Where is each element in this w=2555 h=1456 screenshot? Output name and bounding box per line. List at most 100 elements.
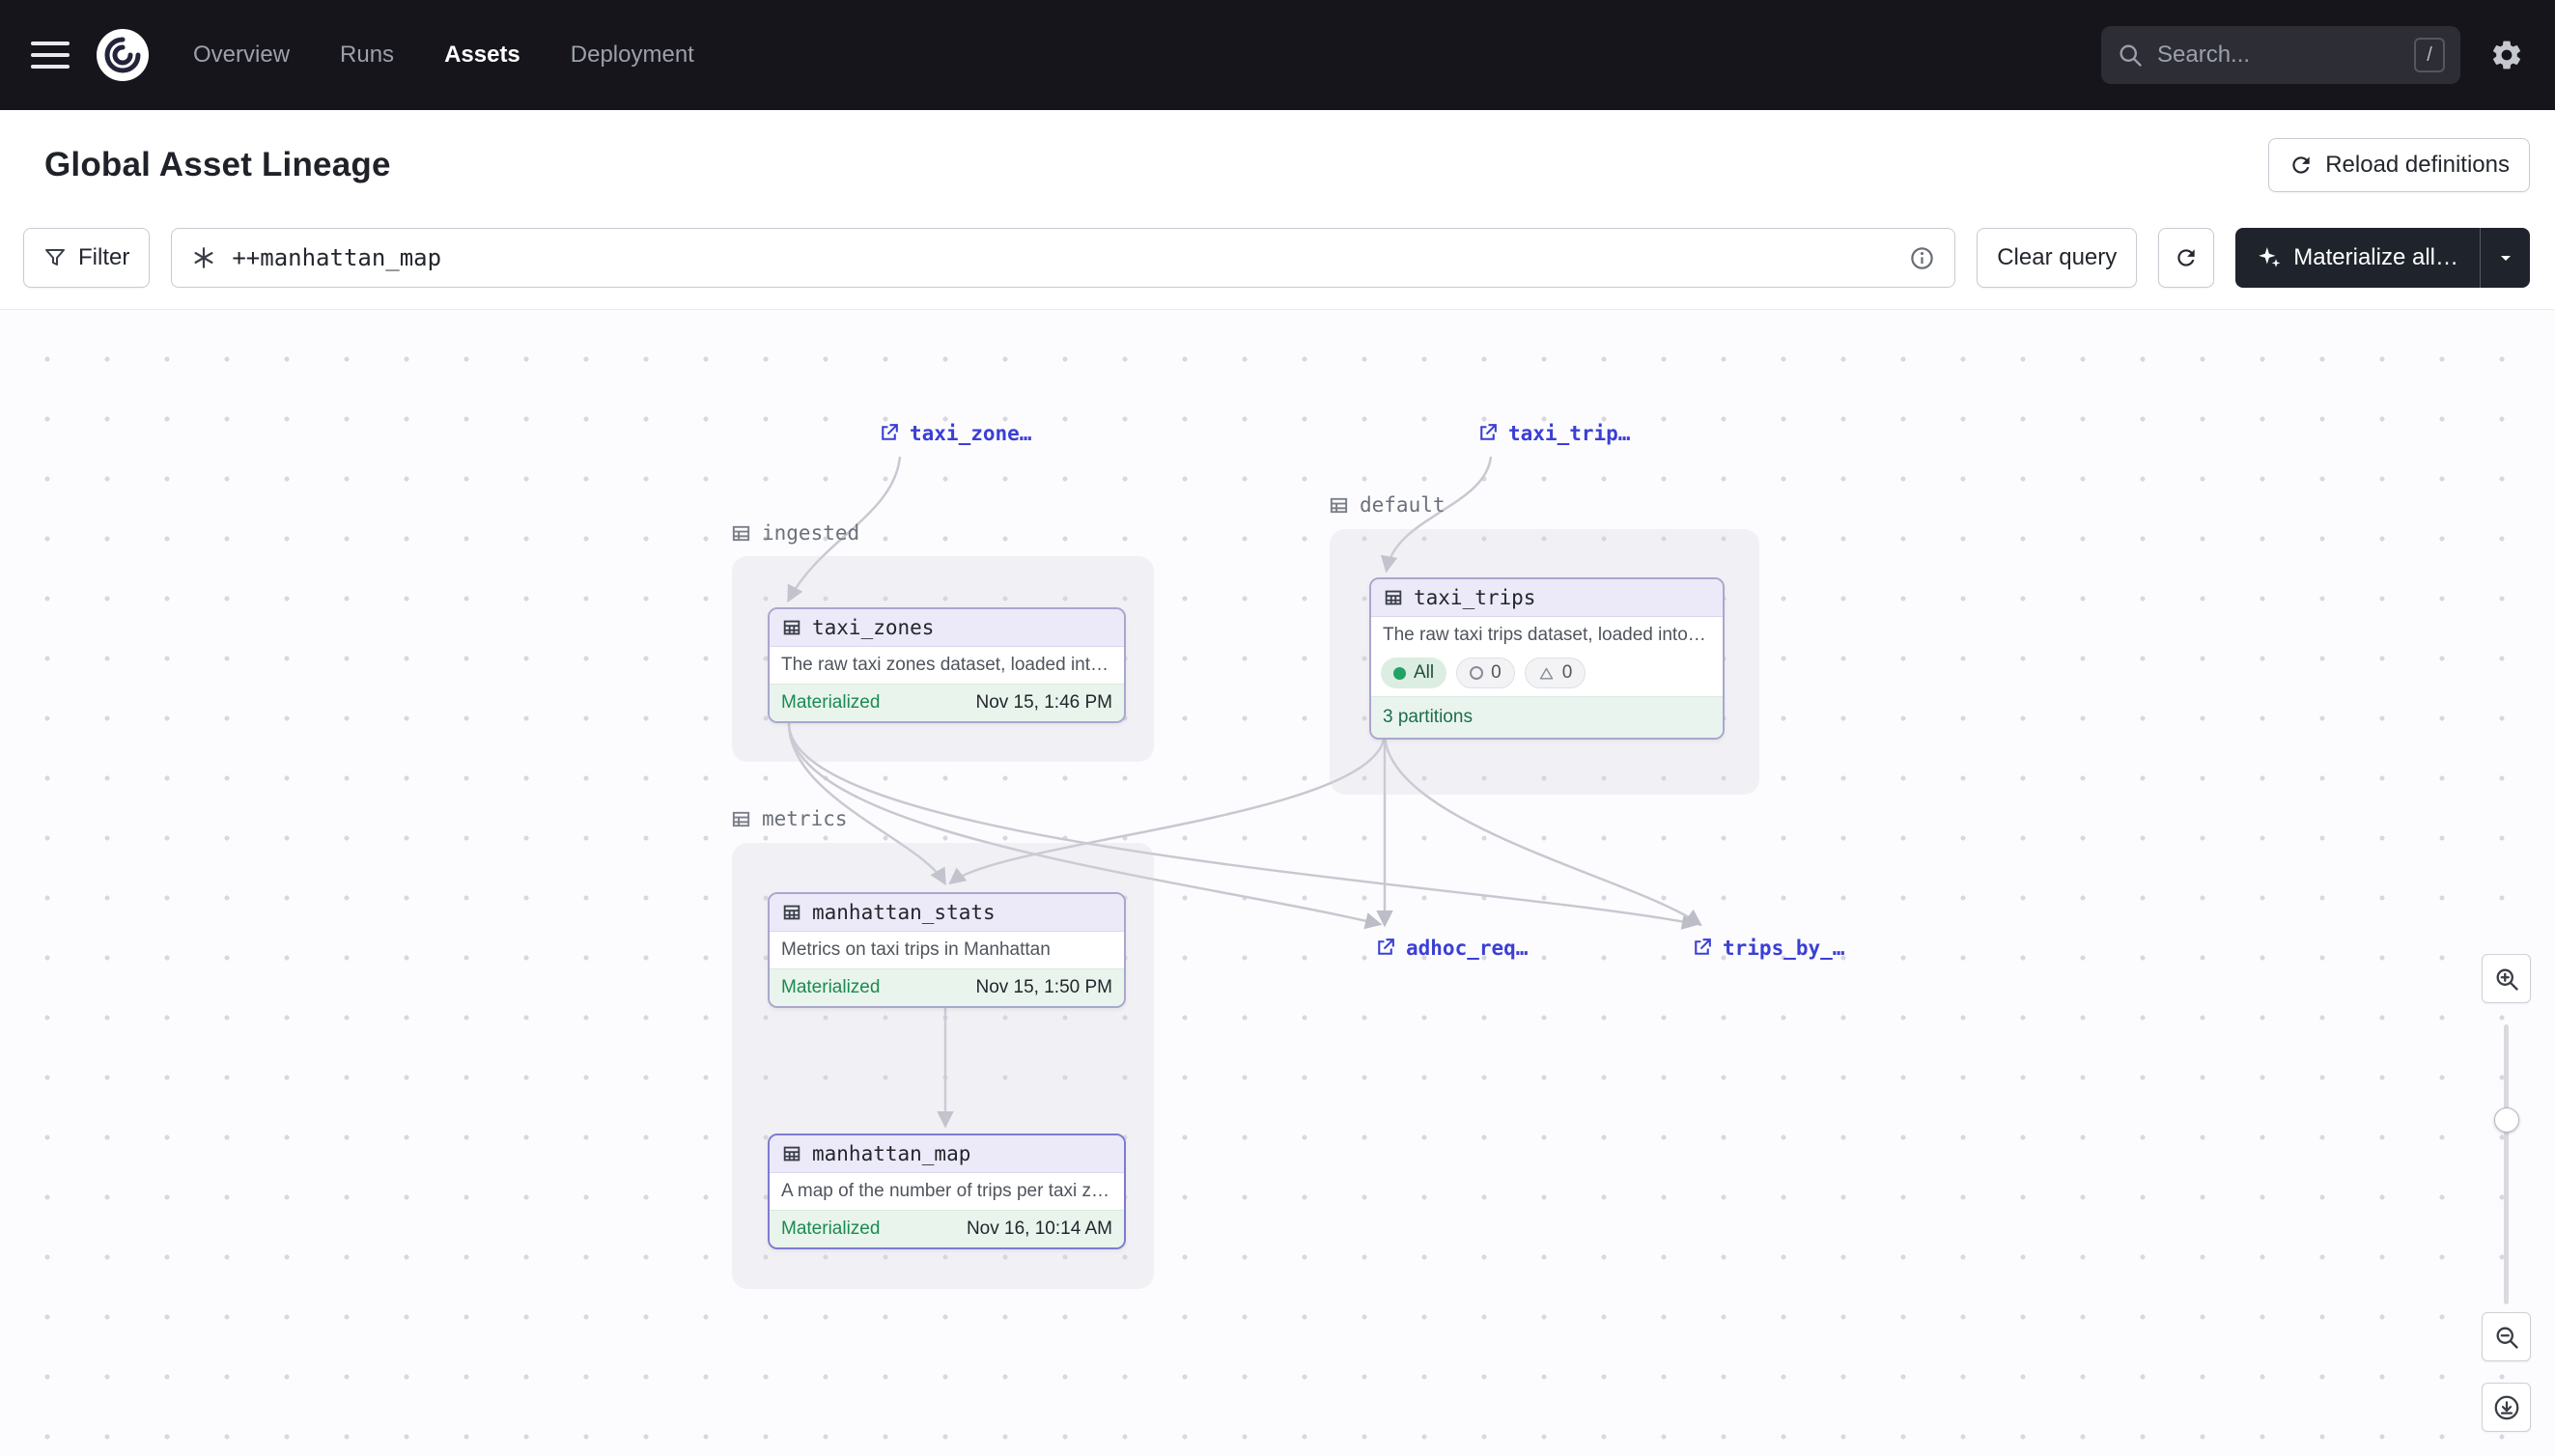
search-input[interactable]: Search... / [2101,26,2460,84]
materialize-all-button[interactable]: Materialize all… [2235,228,2480,288]
clear-query-label: Clear query [1997,244,2117,271]
asset-footer: Materialized Nov 16, 10:14 AM [770,1210,1124,1247]
materialize-options-button[interactable] [2480,228,2530,288]
page-header: Global Asset Lineage Reload definitions [0,110,2555,220]
top-navbar: Overview Runs Assets Deployment Search..… [0,0,2555,110]
settings-button[interactable] [2489,38,2524,72]
asset-node-manhattan-map[interactable]: manhattan_map A map of the number of tri… [768,1134,1126,1249]
badge-label: All [1414,662,1434,684]
recenter-button[interactable] [2482,1383,2531,1432]
search-icon [2117,42,2144,69]
zoom-out-icon [2493,1324,2520,1351]
group-label-default[interactable]: default [1328,493,1446,517]
group-name: metrics [762,807,848,830]
asset-link-label: taxi_trip… [1508,422,1630,445]
reload-definitions-label: Reload definitions [2325,152,2510,179]
materialization-timestamp: Nov 15, 1:46 PM [975,692,1112,714]
materialize-all-label: Materialize all… [2293,244,2458,271]
triangle-icon [1538,665,1555,682]
lineage-toolbar: Filter ++manhattan_map Clear query [0,220,2555,309]
zoom-slider-handle[interactable] [2494,1107,2519,1133]
asset-link-adhoc-request[interactable]: adhoc_req… [1373,936,1528,960]
circle-outline-icon [1470,666,1483,680]
asset-link-trips-by[interactable]: trips_by_… [1690,936,1844,960]
filter-button[interactable]: Filter [23,228,150,288]
search-placeholder: Search... [2157,42,2250,69]
success-dot-icon [1393,667,1406,680]
materialize-split-button: Materialize all… [2235,228,2530,288]
table-icon [781,902,802,923]
asset-selection-input[interactable]: ++manhattan_map [171,228,1955,288]
main-nav: Overview Runs Assets Deployment [193,42,694,69]
materialization-timestamp: Nov 16, 10:14 AM [967,1218,1112,1240]
asset-name: taxi_zones [812,616,934,639]
zoom-in-button[interactable] [2482,954,2531,1003]
zoom-in-icon [2493,966,2520,993]
search-shortcut-badge: / [2414,38,2445,72]
group-icon [730,522,752,545]
partition-health-row: All 0 0 [1371,654,1723,696]
group-name: ingested [762,521,859,545]
table-icon [781,617,802,638]
nav-item-assets[interactable]: Assets [444,42,520,69]
zoom-out-button[interactable] [2482,1312,2531,1361]
reload-definitions-button[interactable]: Reload definitions [2268,138,2530,192]
query-info-button[interactable] [1909,245,1935,271]
group-label-ingested[interactable]: ingested [730,521,859,545]
partitions-count[interactable]: 3 partitions [1371,696,1723,738]
nav-item-runs[interactable]: Runs [340,42,394,69]
asset-description: Metrics on taxi trips in Manhattan [770,932,1124,968]
materialization-timestamp: Nov 15, 1:50 PM [975,977,1112,998]
zoom-slider[interactable] [2504,1024,2509,1304]
clear-query-button[interactable]: Clear query [1977,228,2137,288]
asset-footer: Materialized Nov 15, 1:50 PM [770,968,1124,1006]
asset-description: The raw taxi trips dataset, loaded into … [1371,617,1723,654]
download-circle-icon [2492,1393,2521,1422]
dagster-app: Overview Runs Assets Deployment Search..… [0,0,2555,1456]
asset-description: The raw taxi zones dataset, loaded int… [770,647,1124,684]
refresh-graph-button[interactable] [2158,228,2214,288]
nav-item-overview[interactable]: Overview [193,42,290,69]
chevron-down-icon [2494,246,2517,269]
group-icon [730,808,752,830]
asset-name: manhattan_map [812,1142,970,1165]
asset-node-manhattan-stats[interactable]: manhattan_stats Metrics on taxi trips in… [768,892,1126,1008]
table-icon [781,1143,802,1164]
asset-link-label: adhoc_req… [1406,937,1528,960]
asset-node-taxi-trips[interactable]: taxi_trips The raw taxi trips dataset, l… [1369,577,1725,740]
group-icon [1328,494,1350,517]
refresh-icon [2174,245,2199,270]
lineage-canvas[interactable]: ingested default metrics taxi_zone… ta [0,309,2555,1456]
badge-label: 0 [1491,662,1502,684]
asset-node-taxi-zones[interactable]: taxi_zones The raw taxi zones dataset, l… [768,607,1126,723]
asset-link-taxi-trip[interactable]: taxi_trip… [1475,421,1630,445]
op-selector-icon [191,245,216,270]
partitions-all-badge: All [1381,658,1446,688]
external-link-icon [877,421,901,445]
asset-footer: Materialized Nov 15, 1:46 PM [770,684,1124,721]
group-label-metrics[interactable]: metrics [730,807,848,830]
badge-label: 0 [1562,662,1573,684]
dagster-logo-icon[interactable] [95,27,151,83]
asset-name: taxi_trips [1414,586,1535,609]
status-badge: Materialized [781,692,880,714]
partitions-failed-badge: 0 [1525,658,1586,688]
partitions-missing-badge: 0 [1456,658,1515,688]
asset-description: A map of the number of trips per taxi z… [770,1173,1124,1210]
nav-item-deployment[interactable]: Deployment [571,42,694,69]
external-link-icon [1690,936,1714,960]
asset-link-label: taxi_zone… [910,422,1031,445]
page-title: Global Asset Lineage [44,146,391,184]
filter-icon [43,246,67,269]
sparkle-icon [2257,245,2282,270]
filter-label: Filter [78,244,129,271]
external-link-icon [1475,421,1500,445]
status-badge: Materialized [781,977,880,998]
external-link-icon [1373,936,1397,960]
asset-node-header: taxi_trips [1371,579,1723,617]
asset-selection-value: ++manhattan_map [232,244,441,271]
asset-link-taxi-zone[interactable]: taxi_zone… [877,421,1031,445]
menu-icon[interactable] [31,42,70,69]
asset-name: manhattan_stats [812,901,996,924]
reload-icon [2288,153,2314,178]
